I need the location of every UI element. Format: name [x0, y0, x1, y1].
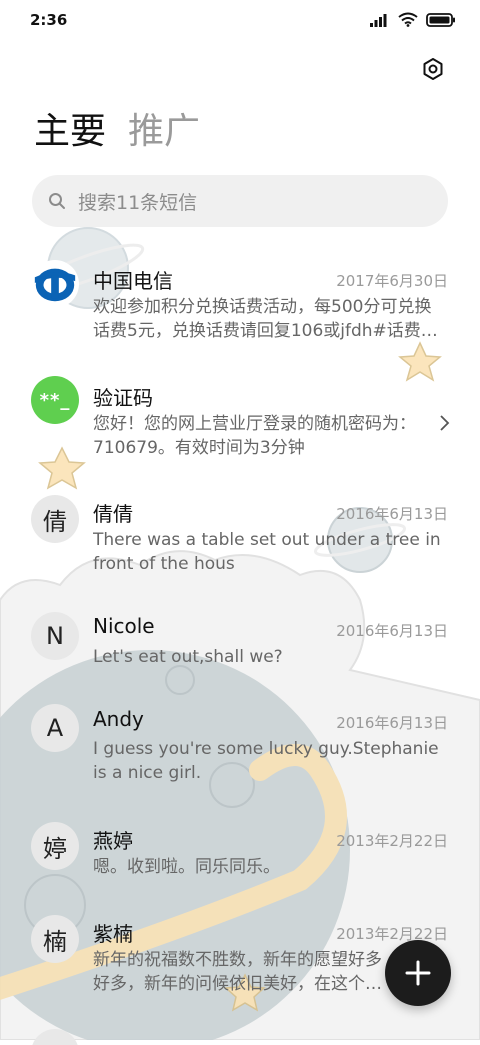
settings-icon — [423, 58, 443, 80]
avatar: 婷 — [31, 822, 79, 870]
signal-icon — [370, 13, 387, 27]
avatar — [31, 1029, 79, 1045]
status-bar: 2:36 — [0, 0, 480, 40]
sender-name: 验证码 — [93, 386, 153, 410]
avatar: **_ — [31, 376, 79, 424]
avatar: N — [31, 612, 79, 660]
message-date: 2016年6月13日 — [336, 714, 448, 732]
tab-promotions[interactable]: 推广 — [128, 110, 200, 154]
settings-button[interactable] — [420, 56, 446, 82]
sender-name: 倩倩 — [93, 502, 133, 526]
status-icons — [370, 12, 456, 27]
message-date: 2013年2月22日 — [336, 925, 448, 943]
message-date: 2016年6月13日 — [336, 505, 448, 523]
sender-name: Nicole — [93, 614, 155, 638]
tab-bar: 主要 推广 — [34, 110, 200, 154]
status-time: 2:36 — [30, 11, 68, 29]
wifi-icon — [398, 12, 418, 27]
avatar — [31, 260, 79, 308]
message-preview: Let's eat out,shall we? — [93, 647, 283, 667]
search-placeholder: 搜索11条短信 — [78, 191, 198, 214]
message-item[interactable]: 倩 倩倩 2016年6月13日 There was a table set ou… — [0, 480, 480, 590]
sender-name: 中国电信 — [93, 269, 173, 293]
message-preview: 您好！您的网上营业厅登录的随机密码为：710679。有效时间为3分钟 — [93, 414, 416, 458]
tab-main[interactable]: 主要 — [34, 110, 106, 154]
battery-icon — [426, 12, 455, 27]
message-preview: 欢迎参加积分兑换话费活动，每500分可兑换话费5元，兑换话费请回复106或jfd… — [93, 297, 438, 341]
message-item[interactable]: A Andy 2016年6月13日 I guess you're some lu… — [0, 692, 480, 802]
message-date: 2016年6月13日 — [336, 622, 448, 640]
message-date: 2017年6月30日 — [336, 272, 448, 290]
chevron-right-icon — [440, 415, 450, 431]
message-item[interactable]: 中国电信 2017年6月30日 欢迎参加积分兑换话费活动，每500分可兑换话费5… — [0, 245, 480, 355]
avatar: 倩 — [31, 495, 79, 543]
search-bar[interactable]: 搜索11条短信 — [32, 175, 448, 227]
compose-button[interactable] — [385, 940, 451, 1006]
message-item[interactable]: N Nicole 2016年6月13日 Let's eat out,shall … — [0, 597, 480, 687]
message-item[interactable] — [0, 1025, 480, 1045]
message-item[interactable]: 婷 燕婷 2013年2月22日 嗯。收到啦。同乐同乐。 — [0, 810, 480, 900]
sender-name: 燕婷 — [93, 829, 133, 853]
sender-name: Andy — [93, 707, 144, 731]
message-preview: There was a table set out under a tree i… — [93, 530, 441, 574]
plus-icon — [405, 960, 431, 986]
avatar: A — [31, 704, 79, 752]
china-telecom-logo-icon — [34, 268, 76, 302]
message-date: 2013年2月22日 — [336, 832, 448, 850]
message-preview: 新年的祝福数不胜数，新年的愿望好多好多，新年的问候依旧美好，在这个温馨的时刻 — [93, 950, 382, 994]
message-preview: I guess you're some lucky guy.Stephanie … — [93, 739, 439, 783]
sender-name: 紫楠 — [93, 922, 133, 946]
search-icon — [48, 191, 68, 211]
message-item[interactable]: **_ 验证码 您好！您的网上营业厅登录的随机密码为：710679。有效时间为3… — [0, 362, 480, 472]
avatar: 楠 — [31, 915, 79, 963]
message-preview: 嗯。收到啦。同乐同乐。 — [93, 857, 280, 877]
